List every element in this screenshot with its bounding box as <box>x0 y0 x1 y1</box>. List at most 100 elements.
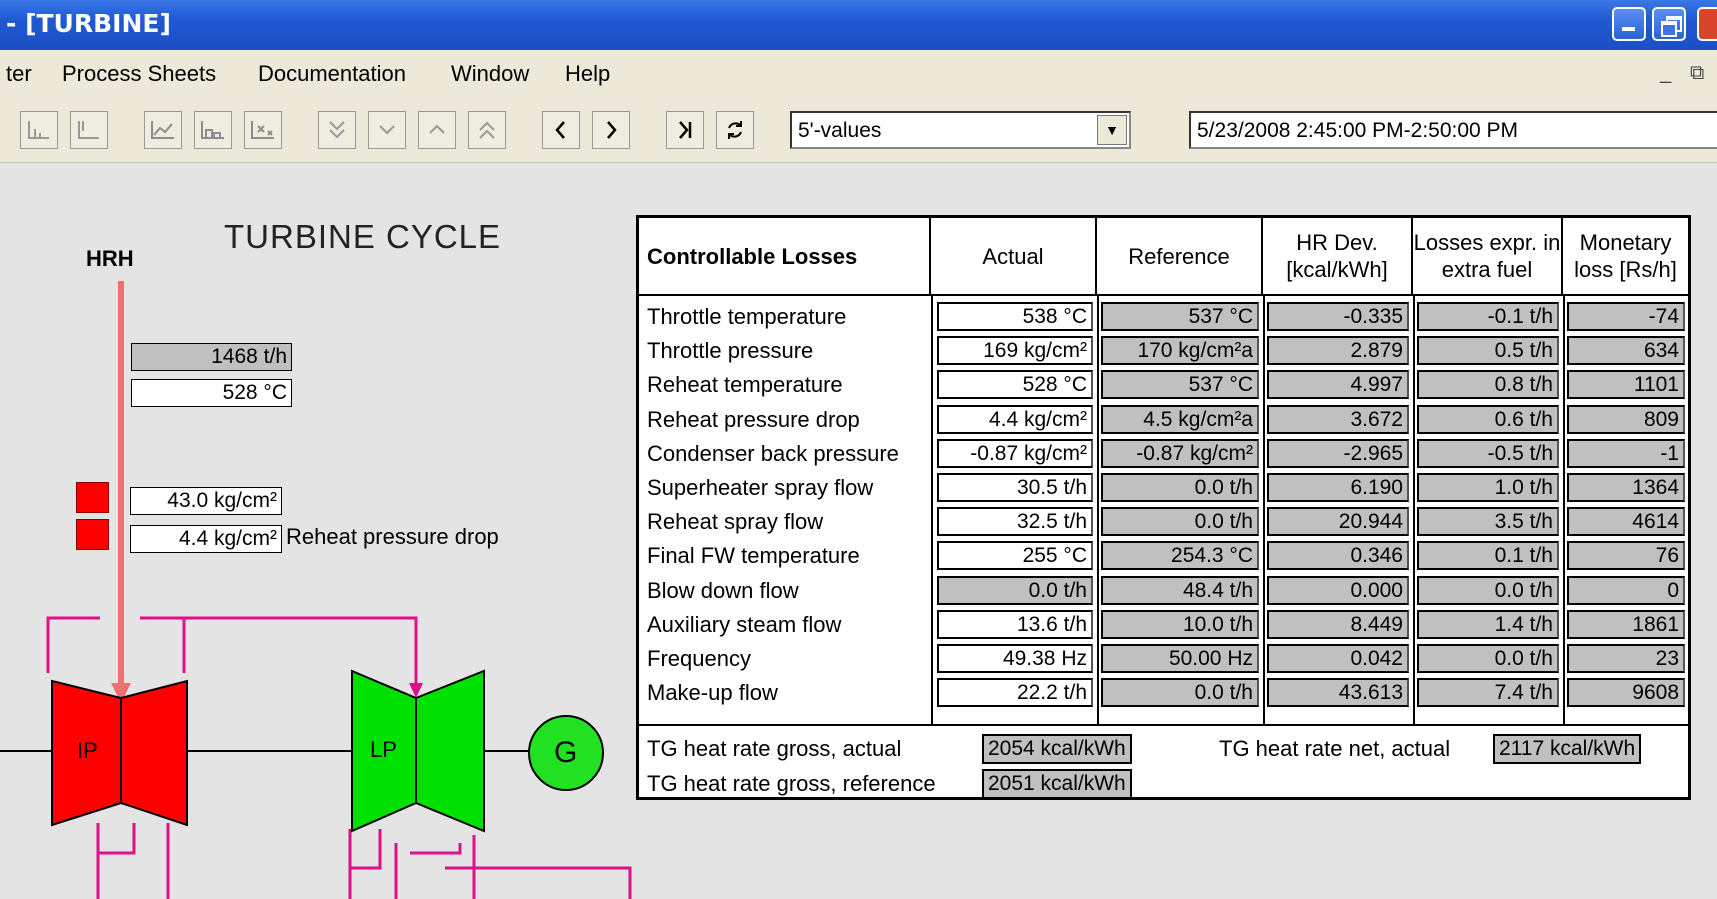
loss-cell-money: -74 <box>1567 302 1685 331</box>
loss-cell-reference: 170 kg/cm²a <box>1101 336 1259 365</box>
loss-cell-fuel: 3.5 t/h <box>1417 507 1559 536</box>
alarm-indicator-reheat-drop <box>76 519 109 550</box>
gross-reference-label: TG heat rate gross, reference <box>647 771 936 796</box>
header-divider <box>639 294 1688 296</box>
chart2-icon[interactable] <box>70 111 108 149</box>
bar-icon[interactable] <box>194 111 232 149</box>
loss-cell-fuel: 0.8 t/h <box>1417 370 1559 399</box>
loss-cell-fuel: 7.4 t/h <box>1417 678 1559 707</box>
generator-label: G <box>554 736 578 769</box>
loss-cell-money: 1364 <box>1567 473 1685 502</box>
loss-cell-actual: 4.4 kg/cm² <box>937 405 1093 434</box>
loss-cell-money: 23 <box>1567 644 1685 673</box>
alarm-indicator-pressure <box>76 482 109 513</box>
date-range-field[interactable]: 5/23/2008 2:45:00 PM-2:50:00 PM <box>1189 111 1717 149</box>
prev-icon[interactable] <box>542 111 580 149</box>
loss-cell-actual: 169 kg/cm² <box>937 336 1093 365</box>
header-reference: Reference <box>1097 218 1263 294</box>
loss-cell-reference: 0.0 t/h <box>1101 507 1259 536</box>
loss-row-label: Make-up flow <box>647 680 778 705</box>
net-actual-value: 2117 kcal/kWh <box>1493 734 1642 764</box>
loss-cell-actual: 538 °C <box>937 302 1093 331</box>
loss-cell-fuel: -0.1 t/h <box>1417 302 1559 331</box>
loss-row-label: Condenser back pressure <box>647 441 899 466</box>
loss-row-label: Reheat temperature <box>647 372 843 397</box>
loss-cell-actual: 255 °C <box>937 541 1093 570</box>
last-icon[interactable] <box>666 111 704 149</box>
loss-row-label: Throttle pressure <box>647 338 814 363</box>
header-actual: Actual <box>931 218 1097 294</box>
header-losses-fuel: Losses expr. in extra fuel <box>1413 218 1563 294</box>
menu-item-process-sheets[interactable]: Process Sheets <box>62 61 216 87</box>
menu-item-window[interactable]: Window <box>451 61 529 87</box>
loss-cell-reference: 537 °C <box>1101 302 1259 331</box>
loss-cell-actual: 49.38 Hz <box>937 644 1093 673</box>
loss-cell-money: 9608 <box>1567 678 1685 707</box>
up-icon[interactable] <box>418 111 456 149</box>
loss-cell-money: 1101 <box>1567 370 1685 399</box>
mdi-minimize-button[interactable]: _ <box>1660 62 1671 85</box>
loss-cell-hr-dev: 8.449 <box>1267 610 1409 639</box>
loss-cell-money: 809 <box>1567 405 1685 434</box>
hrh-temp-value: 528 °C <box>131 379 292 407</box>
interval-select-value: 5'-values <box>798 119 882 142</box>
double-up-icon[interactable] <box>468 111 506 149</box>
chart-icon[interactable] <box>20 111 58 149</box>
loss-cell-actual: 32.5 t/h <box>937 507 1093 536</box>
loss-cell-reference: 0.0 t/h <box>1101 473 1259 502</box>
restore-window-button[interactable] <box>1652 7 1686 41</box>
loss-cell-reference: 254.3 °C <box>1101 541 1259 570</box>
loss-cell-actual: 528 °C <box>937 370 1093 399</box>
loss-cell-fuel: 1.4 t/h <box>1417 610 1559 639</box>
loss-cell-actual: -0.87 kg/cm² <box>937 439 1093 468</box>
loss-cell-actual: 13.6 t/h <box>937 610 1093 639</box>
loss-cell-fuel: 0.6 t/h <box>1417 405 1559 434</box>
refresh-icon[interactable] <box>716 111 754 149</box>
loss-cell-reference: 48.4 t/h <box>1101 576 1259 605</box>
trend-icon[interactable] <box>144 111 182 149</box>
lp-label: LP <box>370 737 397 762</box>
footer-divider <box>639 724 1688 726</box>
mdi-restore-button[interactable]: ⧉ <box>1690 62 1704 85</box>
header-monetary: Monetary loss [Rs/h] <box>1574 230 1677 282</box>
interval-select[interactable]: 5'-values ▼ <box>790 111 1131 149</box>
menu-item-documentation[interactable]: Documentation <box>258 61 406 87</box>
gross-actual-value: 2054 kcal/kWh <box>982 734 1132 764</box>
down-icon[interactable] <box>368 111 406 149</box>
menu-item-help[interactable]: Help <box>565 61 610 87</box>
menu-bar: ter Process Sheets Documentation Window … <box>0 50 1717 94</box>
ip-turbine <box>51 679 188 827</box>
loss-cell-hr-dev: -2.965 <box>1267 439 1409 468</box>
loss-row-label: Reheat pressure drop <box>647 407 860 432</box>
loss-cell-hr-dev: -0.335 <box>1267 302 1409 331</box>
loss-cell-money: -1 <box>1567 439 1685 468</box>
loss-cell-fuel: 0.5 t/h <box>1417 336 1559 365</box>
loss-cell-hr-dev: 43.613 <box>1267 678 1409 707</box>
loss-cell-reference: 10.0 t/h <box>1101 610 1259 639</box>
loss-cell-reference: 537 °C <box>1101 370 1259 399</box>
scatter-icon[interactable] <box>244 111 282 149</box>
loss-cell-money: 4614 <box>1567 507 1685 536</box>
double-down-icon[interactable] <box>318 111 356 149</box>
next-icon[interactable] <box>592 111 630 149</box>
loss-cell-fuel: 1.0 t/h <box>1417 473 1559 502</box>
loss-cell-money: 634 <box>1567 336 1685 365</box>
loss-cell-reference: 50.00 Hz <box>1101 644 1259 673</box>
column-divider <box>1563 294 1565 724</box>
net-actual-label: TG heat rate net, actual <box>1219 736 1451 761</box>
loss-cell-hr-dev: 3.672 <box>1267 405 1409 434</box>
column-divider <box>1263 294 1265 724</box>
loss-row-label: Throttle temperature <box>647 304 847 329</box>
loss-cell-hr-dev: 20.944 <box>1267 507 1409 536</box>
loss-row-label: Superheater spray flow <box>647 475 874 500</box>
gross-reference-value: 2051 kcal/kWh <box>982 769 1132 799</box>
menu-item-partial[interactable]: ter <box>6 61 32 87</box>
loss-cell-money: 0 <box>1567 576 1685 605</box>
controllable-losses-panel: Controllable Losses Actual Reference HR … <box>636 215 1691 800</box>
close-window-button[interactable] <box>1697 7 1717 41</box>
loss-cell-hr-dev: 0.000 <box>1267 576 1409 605</box>
minimize-window-button[interactable] <box>1612 7 1646 41</box>
chevron-down-icon[interactable]: ▼ <box>1097 115 1127 145</box>
gross-actual-label: TG heat rate gross, actual <box>647 736 902 761</box>
loss-cell-reference: 4.5 kg/cm²a <box>1101 405 1259 434</box>
